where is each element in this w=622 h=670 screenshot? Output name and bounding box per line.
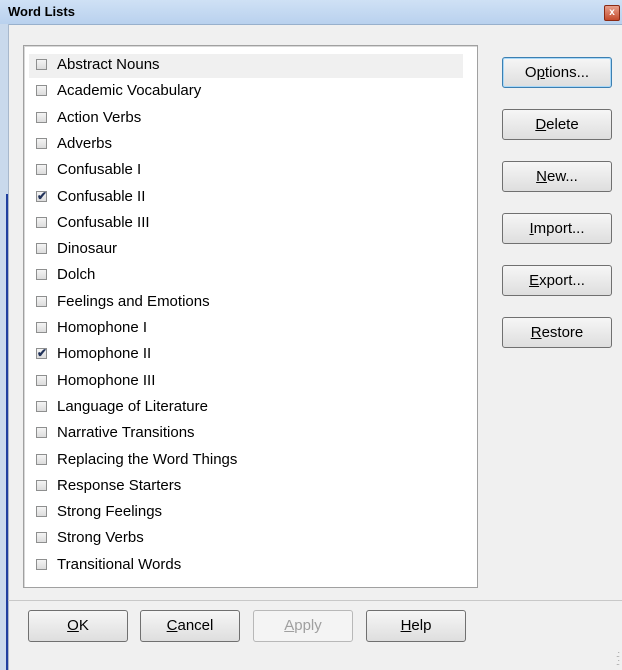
list-item-label: Narrative Transitions <box>57 424 195 442</box>
list-item-label: Homophone III <box>57 371 156 389</box>
ok-button[interactable]: OK <box>28 610 128 642</box>
list-item-label: Dolch <box>57 266 96 284</box>
list-item[interactable]: Academic Vocabulary <box>24 80 464 104</box>
list-item[interactable]: Transitional Words <box>24 554 464 578</box>
list-item-label: Abstract Nouns <box>57 56 160 73</box>
checkbox[interactable]: ✔ <box>36 346 48 361</box>
checkbox[interactable] <box>36 374 47 386</box>
word-lists-dialog: Word Lists x Abstract Nouns Academic Voca… <box>0 0 622 670</box>
import-label: Import... <box>529 220 585 237</box>
checkbox[interactable] <box>36 269 47 281</box>
checkbox[interactable] <box>36 111 47 123</box>
list-item-label: Strong Feelings <box>57 503 163 521</box>
list-item[interactable]: Adverbs <box>24 133 464 157</box>
list-item[interactable]: Replacing the Word Things <box>24 449 464 473</box>
list-item-label: Confusable I <box>57 161 142 179</box>
list-item-label: Response Starters <box>57 476 182 494</box>
title-bar[interactable]: Word Lists x <box>0 0 622 25</box>
options-button[interactable]: Options... <box>502 57 612 88</box>
list-item-label: Adverbs <box>57 134 113 152</box>
list-item-label: Confusable II <box>57 187 146 205</box>
checkbox[interactable] <box>36 558 47 570</box>
list-item[interactable]: Narrative Transitions <box>24 422 464 446</box>
apply-label: Apply <box>284 617 322 634</box>
list-item-label: Confusable III <box>57 213 150 231</box>
cancel-label: Cancel <box>166 617 214 634</box>
restore-label: Restore <box>530 324 584 341</box>
list-item[interactable]: ✔ Confusable II <box>24 186 464 210</box>
checkbox[interactable] <box>36 479 47 491</box>
checkbox[interactable]: ✔ <box>36 188 48 203</box>
word-list-listbox[interactable]: Abstract Nouns Academic Vocabulary Action … <box>23 45 478 588</box>
restore-button[interactable]: Restore <box>502 317 612 348</box>
checkbox[interactable] <box>36 216 47 228</box>
checkbox[interactable] <box>36 453 47 465</box>
checkbox[interactable] <box>36 427 47 439</box>
help-button[interactable]: Help <box>366 610 466 642</box>
checkbox[interactable] <box>36 243 47 255</box>
cancel-button[interactable]: Cancel <box>140 610 240 642</box>
close-icon[interactable]: x <box>604 5 620 21</box>
list-item-label: Action Verbs <box>57 108 142 126</box>
list-item[interactable]: Confusable I <box>24 159 464 183</box>
check-icon: ✔ <box>37 346 48 361</box>
divider <box>8 600 622 601</box>
list-item[interactable]: Homophone III <box>24 370 464 394</box>
checkbox[interactable] <box>36 59 47 70</box>
list-item[interactable]: Dinosaur <box>24 238 464 262</box>
check-icon: ✔ <box>37 188 48 203</box>
ok-label: OK <box>67 617 89 634</box>
export-button[interactable]: Export... <box>502 265 612 296</box>
checkbox[interactable] <box>36 137 47 149</box>
list-item[interactable]: Action Verbs <box>24 107 464 131</box>
list-item[interactable]: Dolch <box>24 264 464 288</box>
list-item-label: Homophone I <box>57 319 148 336</box>
list-item[interactable]: Confusable III <box>24 212 464 236</box>
list-item-label: Dinosaur <box>57 240 118 258</box>
delete-button[interactable]: Delete <box>502 109 612 140</box>
list-item-label: Transitional Words <box>57 555 182 573</box>
list-item-label: Replacing the Word Things <box>57 450 238 468</box>
list-item[interactable]: Homophone I <box>24 317 464 341</box>
export-label: Export... <box>529 272 585 289</box>
list-item-label: Feelings and Emotions <box>57 292 210 310</box>
help-label: Help <box>400 617 432 634</box>
checkbox[interactable] <box>36 85 47 97</box>
checkbox[interactable] <box>36 322 47 333</box>
list-item-label: Language of Literature <box>57 397 208 415</box>
delete-label: Delete <box>535 116 579 133</box>
checkbox[interactable] <box>36 506 47 518</box>
list-item[interactable]: Language of Literature <box>24 396 464 420</box>
window-left-edge <box>0 24 9 670</box>
checkbox[interactable] <box>36 164 47 176</box>
checkbox[interactable] <box>36 295 47 307</box>
list-item[interactable]: Response Starters <box>24 475 464 499</box>
list-item[interactable]: Feelings and Emotions <box>24 291 464 315</box>
window-title: Word Lists <box>8 4 75 19</box>
options-label: Options... <box>524 64 590 81</box>
list-item-label: Strong Verbs <box>57 529 144 547</box>
checkbox[interactable] <box>36 532 47 544</box>
list-item-label: Academic Vocabulary <box>57 82 202 100</box>
new-label: New... <box>536 168 578 185</box>
checkbox[interactable] <box>36 400 47 412</box>
resize-grip-icon[interactable]: .:.: <box>616 650 620 667</box>
import-button[interactable]: Import... <box>502 213 612 244</box>
list-item[interactable]: ✔ Homophone II <box>24 343 464 367</box>
list-item[interactable]: Abstract Nouns <box>29 54 463 78</box>
list-item[interactable]: Strong Verbs <box>24 527 464 551</box>
list-item-label: Homophone II <box>57 345 152 363</box>
apply-button[interactable]: Apply <box>253 610 353 642</box>
list-item[interactable]: Strong Feelings <box>24 501 464 525</box>
new-button[interactable]: New... <box>502 161 612 192</box>
